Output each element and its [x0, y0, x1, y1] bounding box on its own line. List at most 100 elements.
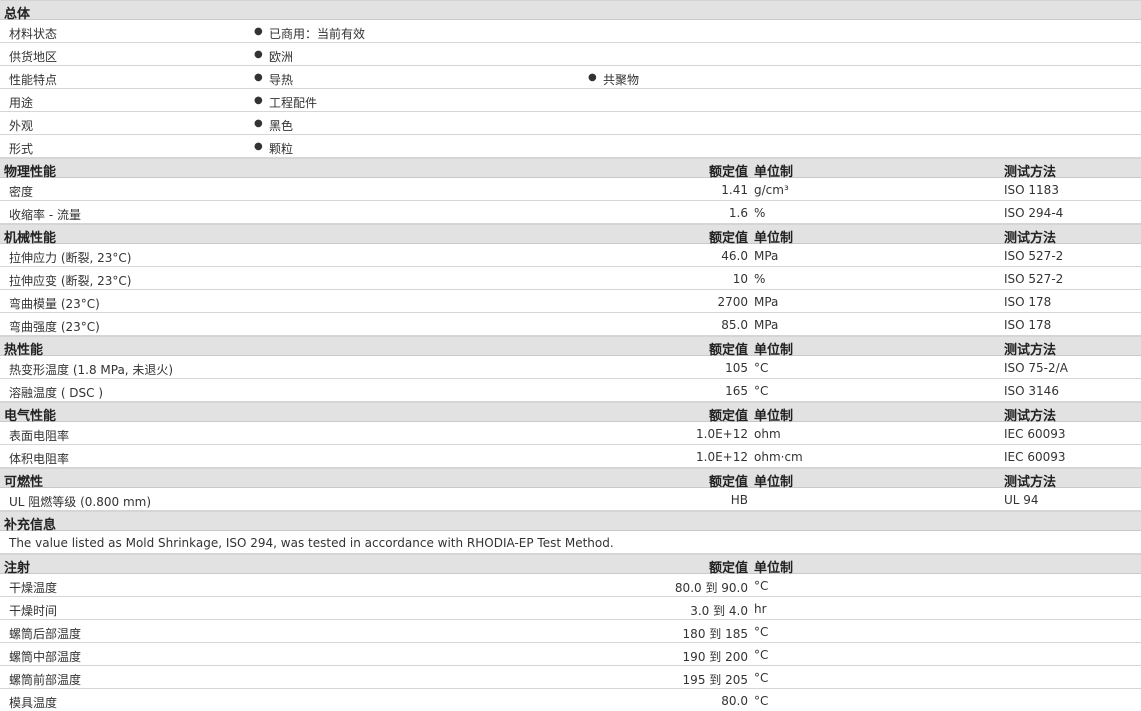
- section-header-flammability: 可燃性 额定值 单位制 测试方法: [0, 468, 1141, 490]
- row-method: UL 94: [1004, 493, 1039, 507]
- row-label: 用途: [9, 96, 34, 110]
- table-row: 形式 ● 颗粒: [0, 135, 1141, 158]
- row-value: 10: [732, 272, 748, 286]
- row-value: 195 到 205: [682, 673, 748, 687]
- row-label: 溶融温度 ( DSC ): [9, 386, 104, 400]
- table-row: 拉伸应变 (断裂, 23°C) 10 % ISO 527-2: [0, 267, 1141, 290]
- row-method: IEC 60093: [1004, 450, 1066, 464]
- row-unit: °C: [754, 361, 769, 375]
- row-value: 共聚物: [603, 73, 640, 87]
- table-row: 拉伸应力 (断裂, 23°C) 46.0 MPa ISO 527-2: [0, 244, 1141, 267]
- row-unit: °C: [754, 648, 769, 662]
- bullet-icon: ●: [254, 118, 263, 129]
- row-label: 热变形温度 (1.8 MPa, 未退火): [9, 363, 174, 377]
- bullet-icon: ●: [254, 26, 263, 37]
- row-value: 黑色: [269, 119, 294, 133]
- row-label: 弯曲模量 (23°C): [9, 297, 100, 311]
- row-label: 表面电阻率: [9, 429, 70, 443]
- row-label: 密度: [9, 185, 34, 199]
- table-row: 弯曲强度 (23°C) 85.0 MPa ISO 178: [0, 313, 1141, 336]
- table-row: UL 阻燃等级 (0.800 mm) HB UL 94: [0, 488, 1141, 511]
- table-row: 螺筒前部温度 195 到 205 °C: [0, 666, 1141, 689]
- row-method: ISO 3146: [1004, 384, 1059, 398]
- row-label: 螺筒中部温度: [9, 650, 82, 664]
- table-row: 热变形温度 (1.8 MPa, 未退火) 105 °C ISO 75-2/A: [0, 356, 1141, 379]
- row-unit: MPa: [754, 295, 779, 309]
- row-value: 165: [725, 384, 748, 398]
- section-header-physical: 物理性能 额定值 单位制 测试方法: [0, 158, 1141, 180]
- row-label: 干燥温度: [9, 581, 58, 595]
- row-label: 螺筒前部温度: [9, 673, 82, 687]
- row-unit: %: [754, 206, 766, 220]
- section-header-mechanical: 机械性能 额定值 单位制 测试方法: [0, 224, 1141, 246]
- row-label: 拉伸应力 (断裂, 23°C): [9, 251, 132, 265]
- row-method: ISO 1183: [1004, 183, 1059, 197]
- row-value: HB: [730, 493, 748, 507]
- row-unit: hr: [754, 602, 767, 616]
- row-label: 螺筒后部温度: [9, 627, 82, 641]
- bullet-icon: ●: [588, 72, 597, 83]
- row-method: ISO 75-2/A: [1004, 361, 1068, 375]
- row-unit: g/cm³: [754, 183, 789, 197]
- row-label: 干燥时间: [9, 604, 58, 618]
- table-row: 螺筒后部温度 180 到 185 °C: [0, 620, 1141, 643]
- row-method: IEC 60093: [1004, 427, 1066, 441]
- row-unit: °C: [754, 579, 769, 593]
- table-row: 溶融温度 ( DSC ) 165 °C ISO 3146: [0, 379, 1141, 402]
- row-method: ISO 294-4: [1004, 206, 1064, 220]
- row-value: 2700: [717, 295, 748, 309]
- row-unit: °C: [754, 671, 769, 685]
- row-label: 供货地区: [9, 50, 58, 64]
- row-value: 46.0: [721, 249, 748, 263]
- section-header-electrical: 电气性能 额定值 单位制 测试方法: [0, 402, 1141, 424]
- row-label: 形式: [9, 142, 34, 156]
- row-unit: °C: [754, 694, 769, 708]
- bullet-icon: ●: [254, 49, 263, 60]
- row-value: 80.0: [721, 694, 748, 708]
- section-header-supplementary: 补充信息: [0, 511, 1141, 533]
- row-label: 材料状态: [9, 27, 58, 41]
- table-row: 螺筒中部温度 190 到 200 °C: [0, 643, 1141, 666]
- row-label: 拉伸应变 (断裂, 23°C): [9, 274, 132, 288]
- row-value: 导热: [269, 73, 294, 87]
- row-value: 190 到 200: [682, 650, 748, 664]
- table-row: 材料状态 ● 已商用：当前有效: [0, 20, 1141, 43]
- row-value: 1.6: [728, 206, 748, 220]
- row-label: 模具温度: [9, 696, 58, 710]
- supplementary-note: The value listed as Mold Shrinkage, ISO …: [9, 536, 614, 550]
- row-value: 已商用：当前有效: [269, 27, 366, 41]
- row-unit: °C: [754, 384, 769, 398]
- row-value: 1.0E+12: [696, 450, 748, 464]
- row-label: 性能特点: [9, 73, 58, 87]
- table-row: 性能特点 ● 导热 ● 共聚物: [0, 66, 1141, 89]
- row-label: UL 阻燃等级 (0.800 mm): [9, 495, 152, 509]
- row-value: 180 到 185: [682, 627, 748, 641]
- table-row: 模具温度 80.0 °C: [0, 689, 1141, 711]
- row-method: ISO 178: [1004, 295, 1052, 309]
- table-row: 供货地区 ● 欧洲: [0, 43, 1141, 66]
- row-label: 收缩率 - 流量: [9, 208, 81, 222]
- row-unit: °C: [754, 625, 769, 639]
- row-value: 80.0 到 90.0: [674, 581, 748, 595]
- section-header-thermal: 热性能 额定值 单位制 测试方法: [0, 336, 1141, 358]
- datasheet: 总体 材料状态 ● 已商用：当前有效 供货地区 ● 欧洲 性能特点 ● 导热 ●…: [0, 0, 1141, 711]
- table-row: 用途 ● 工程配件: [0, 89, 1141, 112]
- row-unit: ohm·cm: [754, 450, 803, 464]
- row-method: ISO 527-2: [1004, 272, 1064, 286]
- row-value: 工程配件: [269, 96, 318, 110]
- table-row: 收缩率 - 流量 1.6 % ISO 294-4: [0, 201, 1141, 224]
- bullet-icon: ●: [254, 72, 263, 83]
- row-unit: ohm: [754, 427, 781, 441]
- row-label: 弯曲强度 (23°C): [9, 320, 100, 334]
- row-label: 外观: [9, 119, 34, 133]
- bullet-icon: ●: [254, 95, 263, 106]
- row-value: 85.0: [721, 318, 748, 332]
- table-row: 密度 1.41 g/cm³ ISO 1183: [0, 178, 1141, 201]
- row-unit: MPa: [754, 318, 779, 332]
- row-unit: MPa: [754, 249, 779, 263]
- row-value: 1.0E+12: [696, 427, 748, 441]
- table-row: 干燥时间 3.0 到 4.0 hr: [0, 597, 1141, 620]
- table-row: 弯曲模量 (23°C) 2700 MPa ISO 178: [0, 290, 1141, 313]
- row-value: 1.41: [721, 183, 748, 197]
- note-row: The value listed as Mold Shrinkage, ISO …: [0, 531, 1141, 554]
